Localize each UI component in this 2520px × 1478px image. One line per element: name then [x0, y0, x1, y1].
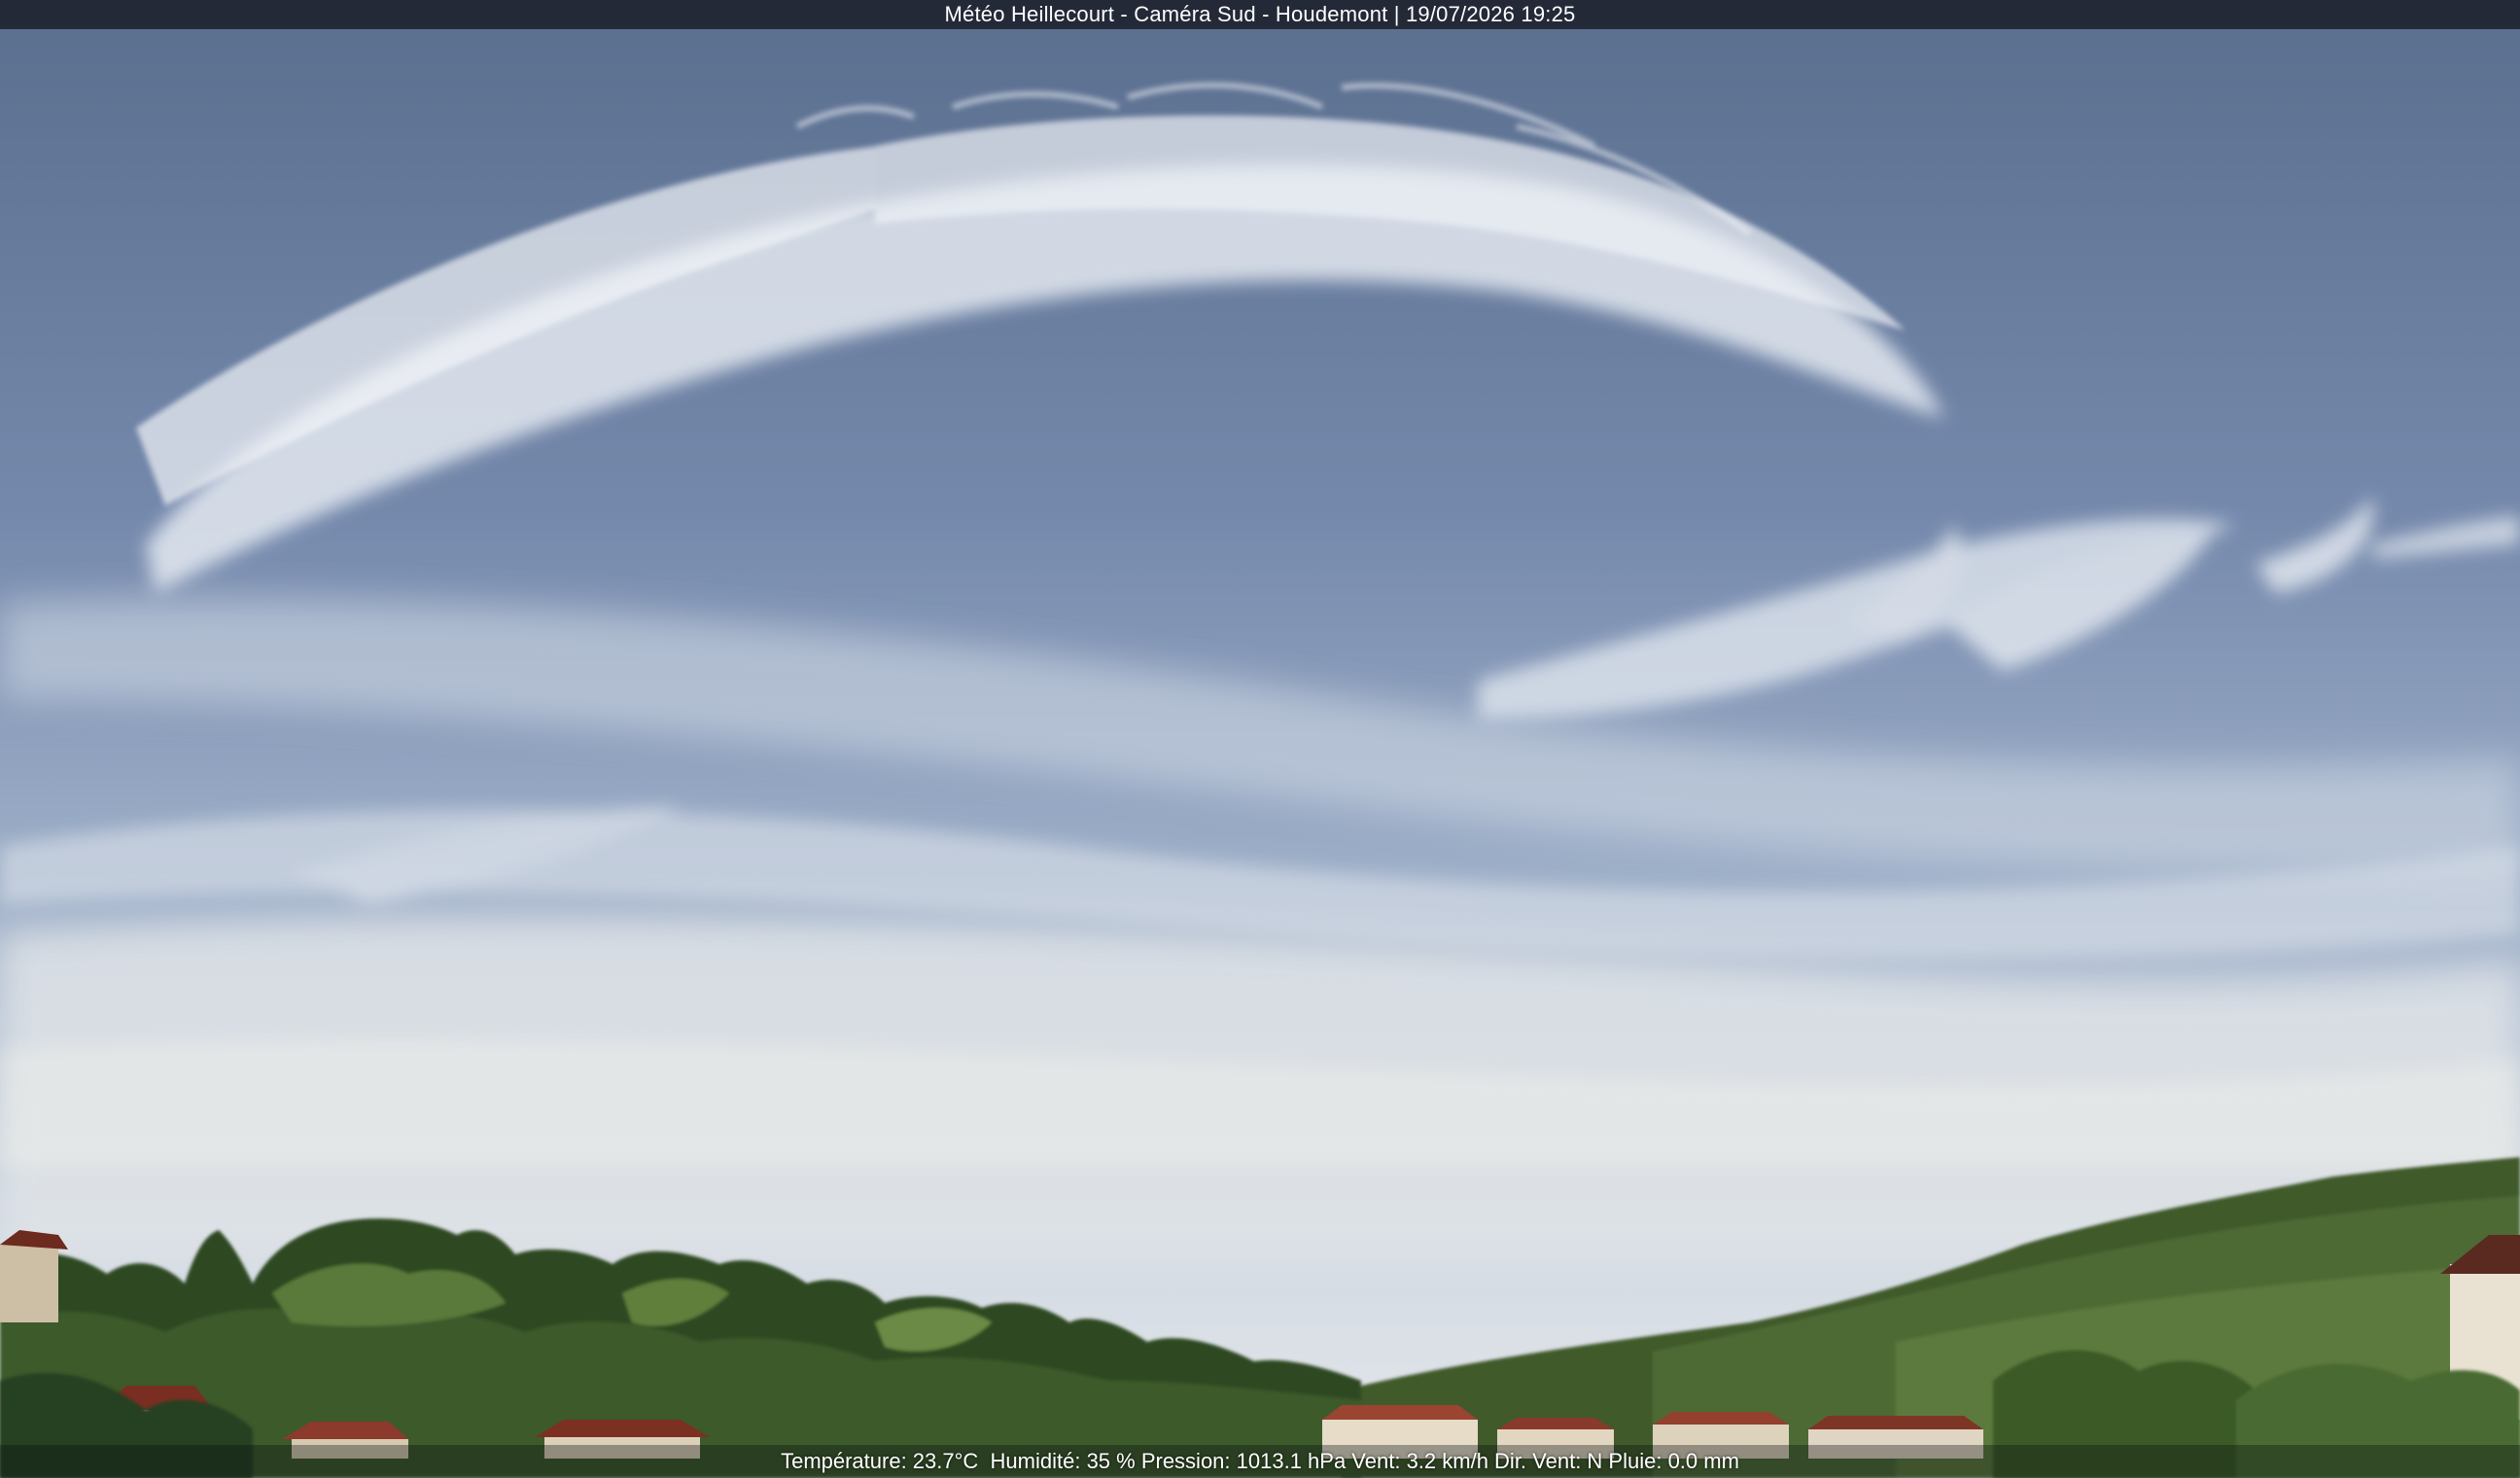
weather-readings: Température: 23.7°C Humidité: 35 % Press… [781, 1449, 1739, 1473]
weather-info-bar: Température: 23.7°C Humidité: 35 % Press… [0, 1445, 2520, 1478]
camera-title: Météo Heillecourt - Caméra Sud - Houdemo… [944, 2, 1576, 26]
camera-title-bar: Météo Heillecourt - Caméra Sud - Houdemo… [0, 0, 2520, 29]
webcam-scene [0, 0, 2520, 1478]
webcam-image: Météo Heillecourt - Caméra Sud - Houdemo… [0, 0, 2520, 1478]
